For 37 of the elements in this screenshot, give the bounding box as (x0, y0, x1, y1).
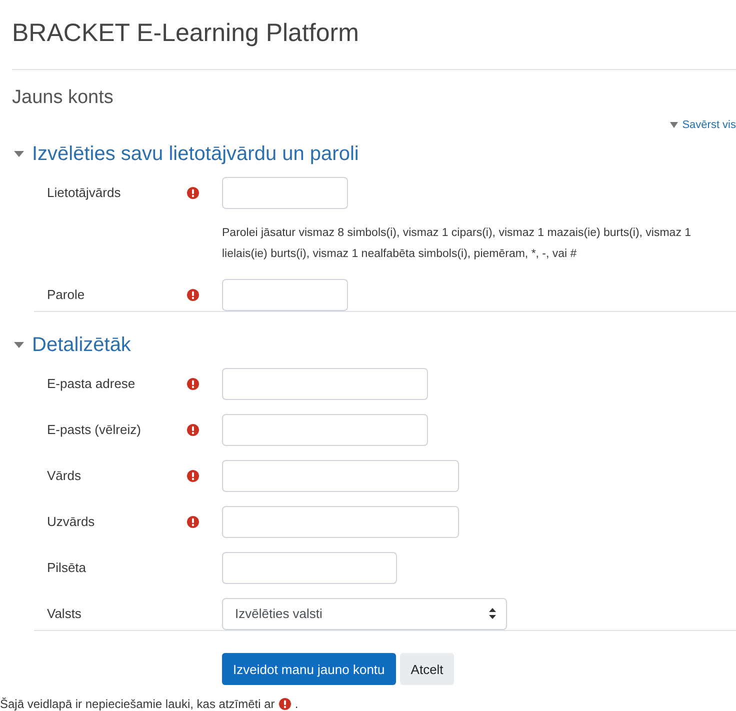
caret-icon[interactable] (14, 150, 24, 158)
input-field[interactable] (222, 176, 348, 209)
required-icon (187, 378, 199, 390)
page-heading: Jauns konts (12, 86, 114, 110)
required-icon (187, 424, 199, 436)
input-field[interactable] (222, 552, 397, 584)
sort-arrows-icon (489, 608, 496, 620)
footer-text: Šajā veidlapā ir nepieciešamie lauki, kas atzīmēti ar (0, 697, 275, 711)
field-label: Uzvārds (47, 514, 96, 530)
input-field[interactable] (222, 414, 428, 446)
site-title: BRACKET E-Learning Platform (12, 18, 360, 48)
input-field[interactable] (222, 506, 459, 538)
country-select[interactable]: Izvēlēties valsti (222, 598, 507, 630)
submit-button[interactable]: Izveidot manu jauno kontu (222, 653, 396, 686)
required-icon (278, 698, 291, 710)
field-label: Parole (47, 287, 86, 302)
input-field[interactable] (222, 368, 428, 400)
required-icon (187, 288, 199, 301)
input-field[interactable] (222, 278, 348, 311)
caret-icon (670, 122, 678, 128)
password-rules-text: Parolei jāsatur vismaz 8 simbols(i), vismaz 1 cipars(i), vismaz 1 mazais(ie) burts(i), vismaz 1 lielais(ie) burts(i), vismaz 1 nealfabēta simbols(i), piemēram, *, -, vai # (222, 226, 692, 262)
field-label: Vārds (47, 468, 82, 484)
footer-period: . (294, 697, 298, 711)
field-label: Pilsēta (47, 560, 88, 576)
cancel-button[interactable]: Atcelt (400, 653, 454, 686)
collapse-all-link[interactable]: Savērst vis (670, 118, 736, 133)
field-label: E-pasts (vēlreiz) (47, 422, 142, 438)
field-label: E-pasta adrese (47, 376, 136, 392)
field-label: Valsts (47, 606, 82, 622)
caret-icon[interactable] (14, 340, 24, 349)
required-icon (187, 470, 199, 482)
required-icon (187, 186, 199, 199)
required-icon (187, 516, 199, 528)
section-title[interactable]: Izvēlēties savu lietotājvārdu un paroli (32, 140, 359, 167)
section-title[interactable]: Detalizētāk (32, 332, 131, 358)
input-field[interactable] (222, 460, 459, 492)
field-label: Lietotājvārds (47, 185, 122, 200)
